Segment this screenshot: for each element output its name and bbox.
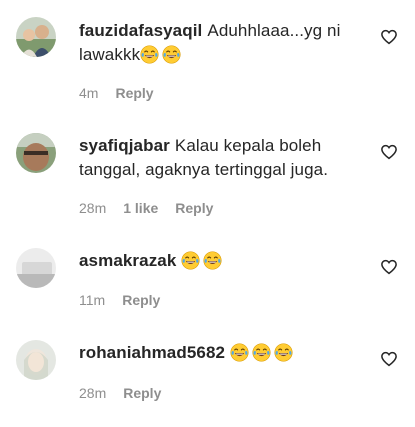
avatar[interactable] <box>16 248 56 288</box>
reply-button[interactable]: Reply <box>115 85 153 101</box>
face-with-tears-of-joy-icon <box>162 45 181 64</box>
comment-username[interactable]: syafiqjabar <box>79 136 170 155</box>
emoji-group <box>140 45 184 64</box>
emoji-group <box>181 251 225 270</box>
likes-count[interactable]: 1 like <box>123 200 158 216</box>
comment-username[interactable]: asmakrazak <box>79 251 176 270</box>
heart-icon[interactable] <box>380 258 398 276</box>
heart-icon[interactable] <box>380 143 398 161</box>
face-with-tears-of-joy-icon <box>203 251 222 270</box>
face-with-tears-of-joy-icon <box>230 343 249 362</box>
comment-username[interactable]: fauzidafasyaqil <box>79 21 202 40</box>
comment-meta: 11m Reply <box>79 292 177 308</box>
comment-username[interactable]: rohaniahmad5682 <box>79 343 225 362</box>
avatar[interactable] <box>16 340 56 380</box>
reply-button[interactable]: Reply <box>122 292 160 308</box>
face-with-tears-of-joy-icon <box>140 45 159 64</box>
reply-button[interactable]: Reply <box>175 200 213 216</box>
comment-time[interactable]: 11m <box>79 292 105 308</box>
emoji-group <box>230 343 296 362</box>
heart-icon[interactable] <box>380 28 398 46</box>
comment-meta: 28m 1 like Reply <box>79 200 230 216</box>
comment-meta: 4m Reply <box>79 85 171 101</box>
face-with-tears-of-joy-icon <box>252 343 271 362</box>
comment-time[interactable]: 28m <box>79 385 106 401</box>
heart-icon[interactable] <box>380 350 398 368</box>
reply-button[interactable]: Reply <box>123 385 161 401</box>
comment-meta: 28m Reply <box>79 385 178 401</box>
comment-time[interactable]: 28m <box>79 200 106 216</box>
comment-time[interactable]: 4m <box>79 85 98 101</box>
face-with-tears-of-joy-icon <box>274 343 293 362</box>
face-with-tears-of-joy-icon <box>181 251 200 270</box>
avatar[interactable] <box>16 17 56 57</box>
avatar[interactable] <box>16 133 56 173</box>
